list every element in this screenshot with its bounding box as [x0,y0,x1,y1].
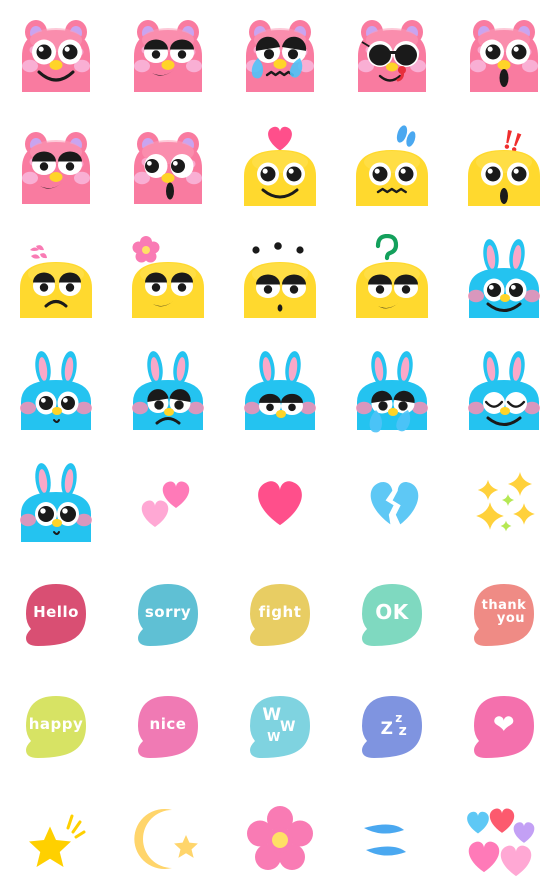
emoji-cell-crescent-moon-star[interactable] [112,784,224,896]
emoji-cell-bubble-thank-you[interactable]: thank you [448,560,560,672]
crescent-moon-star-icon [122,794,214,886]
pink-bear-sunglasses-icon [346,10,438,102]
bubble-sorry-icon: sorry [122,570,214,662]
emoji-cell-yellow-face-angry-sad[interactable] [0,224,112,336]
emoji-cell-bubble-sorry[interactable]: sorry [112,560,224,672]
emoji-cell-pink-bear-smirk[interactable] [112,0,224,112]
pink-bear-crying-icon [234,10,326,102]
emoji-cell-two-pink-hearts[interactable] [112,448,224,560]
broken-blue-heart-icon [346,458,438,550]
emoji-cell-yellow-face-heart[interactable] [224,112,336,224]
yellow-face-sweat-icon [346,122,438,214]
blue-rabbit-sad-icon [122,346,214,438]
pink-flower-icon [234,794,326,886]
pink-heart-icon [234,458,326,550]
pink-bear-surprised-icon [458,10,550,102]
emoji-cell-bubble-hello[interactable]: Hello [0,560,112,672]
emoji-cell-bubble-zzz[interactable]: zZz [336,672,448,784]
emoji-cell-yellow-face-question[interactable] [336,224,448,336]
blue-rabbit-blank-icon [10,346,102,438]
yellow-face-shock-icon [458,122,550,214]
bubble-hello-icon: Hello [10,570,102,662]
blue-rabbit-wide-eyes-icon [10,458,102,550]
emoji-cell-yellow-face-dots[interactable] [224,224,336,336]
pink-bear-looking-away-icon [122,122,214,214]
emoji-cell-pink-bear-crying[interactable] [224,0,336,112]
emoji-cell-multicolor-hearts[interactable] [448,784,560,896]
emoji-cell-yellow-face-shock[interactable] [448,112,560,224]
emoji-cell-blue-sweat-drops[interactable] [336,784,448,896]
emoji-cell-pink-bear-surprised[interactable] [448,0,560,112]
emoji-cell-blue-rabbit-wide-eyes[interactable] [0,448,112,560]
emoji-cell-bubble-happy[interactable]: happy [0,672,112,784]
yellow-face-dots-icon [234,234,326,326]
bubble-nice-icon: nice [122,682,214,774]
yellow-face-angry-sad-icon [10,234,102,326]
emoji-cell-bubble-www[interactable]: WWW [224,672,336,784]
pink-bear-smirk-icon [122,10,214,102]
bubble-zzz-icon: zZz [346,682,438,774]
blue-rabbit-sleepy-icon [234,346,326,438]
emoji-cell-sparkles[interactable] [448,448,560,560]
bubble-happy-icon: happy [10,682,102,774]
emoji-cell-pink-bear-looking-away[interactable] [112,112,224,224]
pink-bear-sly-icon [10,122,102,214]
blue-sweat-drops-icon [346,794,438,886]
bubble-thank-you-icon: thank you [458,570,550,662]
multicolor-hearts-icon [458,794,550,886]
emoji-cell-pink-bear-sunglasses[interactable] [336,0,448,112]
yellow-face-heart-icon [234,122,326,214]
shooting-star-icon [10,794,102,886]
emoji-sticker-sheet: Hello sorry fight OK thank you happy nice W W Wz Zz… [0,0,560,896]
emoji-cell-bubble-heart[interactable]: ❤ [448,672,560,784]
pink-bear-smile-icon [10,10,102,102]
emoji-cell-blue-rabbit-happy-closed-eyes[interactable] [448,336,560,448]
emoji-cell-pink-flower[interactable] [224,784,336,896]
blue-rabbit-smile-icon [458,234,550,326]
blue-rabbit-happy-closed-eyes-icon [458,346,550,438]
emoji-cell-bubble-ok[interactable]: OK [336,560,448,672]
blue-rabbit-crying-icon [346,346,438,438]
bubble-fight-icon: fight [234,570,326,662]
yellow-face-question-icon [346,234,438,326]
emoji-cell-shooting-star[interactable] [0,784,112,896]
emoji-cell-bubble-nice[interactable]: nice [112,672,224,784]
emoji-cell-blue-rabbit-sad[interactable] [112,336,224,448]
emoji-cell-blue-rabbit-sleepy[interactable] [224,336,336,448]
bubble-www-icon: WWW [234,682,326,774]
yellow-face-flower-icon [122,234,214,326]
emoji-cell-blue-rabbit-smile[interactable] [448,224,560,336]
emoji-cell-blue-rabbit-blank[interactable] [0,336,112,448]
bubble-heart-icon: ❤ [458,682,550,774]
emoji-cell-pink-heart[interactable] [224,448,336,560]
emoji-cell-broken-blue-heart[interactable] [336,448,448,560]
emoji-cell-bubble-fight[interactable]: fight [224,560,336,672]
two-pink-hearts-icon [122,458,214,550]
emoji-cell-blue-rabbit-crying[interactable] [336,336,448,448]
bubble-ok-icon: OK [346,570,438,662]
emoji-cell-pink-bear-smile[interactable] [0,0,112,112]
emoji-cell-yellow-face-sweat[interactable] [336,112,448,224]
sparkles-icon [458,458,550,550]
emoji-cell-yellow-face-flower[interactable] [112,224,224,336]
emoji-cell-pink-bear-sly[interactable] [0,112,112,224]
